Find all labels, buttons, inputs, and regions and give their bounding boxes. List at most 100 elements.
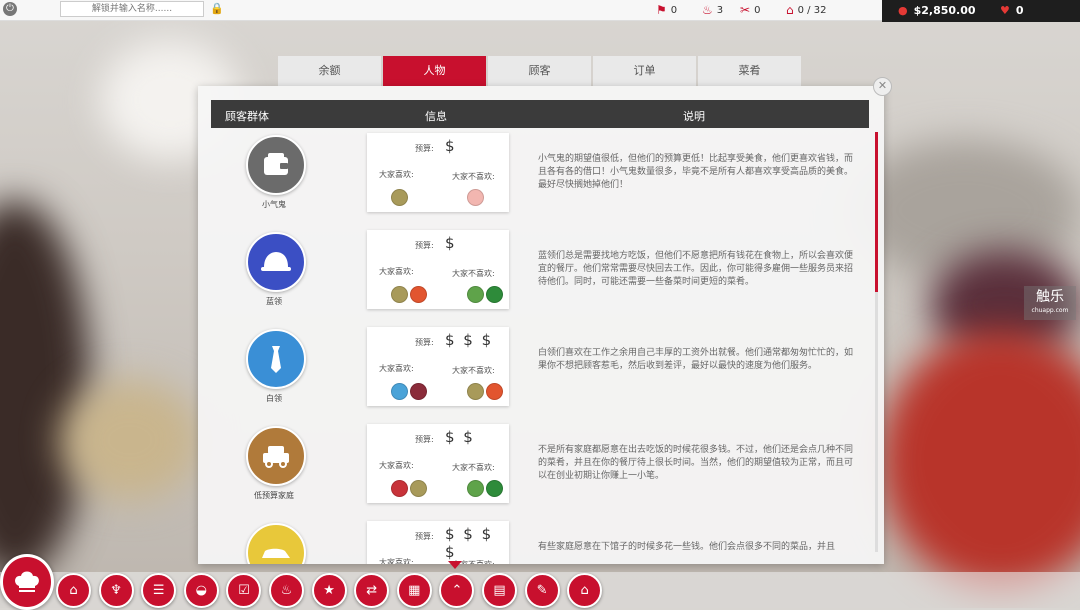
dish-button[interactable]: ♨ [269, 573, 304, 608]
food-icon [391, 480, 408, 497]
budget-label: 预算: [415, 338, 434, 347]
food-icon [486, 383, 503, 400]
toggle-icon: ⇄ [366, 583, 378, 598]
wallet-icon [264, 153, 288, 175]
food-icon [410, 480, 427, 497]
heart-icon: ♥ [1000, 4, 1010, 17]
tab-bar: 余额 人物 顾客 订单 菜肴 [278, 56, 801, 86]
scrollbar-thumb[interactable] [875, 132, 878, 292]
garage-button[interactable]: ⌂ [56, 573, 91, 608]
group-description: 小气鬼的期望值很低，但他们的预算更低！比起享受美食，他们更喜欢省钱，而且各有各的… [538, 154, 854, 190]
group-avatar[interactable] [246, 523, 306, 564]
dislikes-label: 大家不喜欢: [452, 172, 495, 181]
stat-chef: ♨ 3 [702, 3, 724, 17]
table-header: 顾客群体 信息 说明 [211, 100, 869, 128]
star-icon: ★ [323, 583, 335, 598]
chart-icon: ⌃ [451, 583, 463, 598]
active-indicator [448, 561, 462, 569]
dislikes-label: 大家不喜欢: [452, 366, 495, 375]
group-name: 小气鬼 [262, 200, 286, 209]
info-card: 预算: $ $ 大家喜欢: 大家不喜欢: [367, 424, 509, 503]
stat-utensils: ✂ 0 [740, 3, 761, 17]
budget-label: 预算: [415, 241, 434, 250]
tab-orders[interactable]: 订单 [593, 56, 696, 86]
tab-customers[interactable]: 顾客 [488, 56, 591, 86]
info-card: 预算: $ $ $ 大家喜欢: 大家不喜欢: [367, 327, 509, 406]
document-icon: ✎ [536, 583, 548, 598]
flag-icon: ⚑ [656, 3, 667, 17]
group-avatar[interactable] [246, 329, 306, 389]
liked-foods [391, 480, 427, 497]
likes-label: 大家喜欢: [379, 364, 414, 373]
liked-foods [391, 286, 427, 303]
food-icon [391, 189, 408, 206]
food-icon [467, 480, 484, 497]
col-desc: 说明 [683, 110, 705, 123]
close-button[interactable]: ✕ [873, 77, 892, 96]
chef-hat-icon [15, 571, 39, 592]
group-description: 有些家庭愿意在下馆子的时候多花一些钱。他们会点很多不同的菜品，并且 [538, 542, 836, 552]
stat-building: ⌂ 0 / 32 [786, 3, 827, 17]
col-info: 信息 [425, 110, 447, 123]
store-button[interactable]: ⌂ [567, 573, 603, 608]
table-row: 蓝领 预算: $ 大家喜欢: 大家不喜欢: 蓝领们总是需要找地方吃饭，但他们不愿… [198, 230, 868, 320]
group-name: 蓝领 [266, 297, 282, 306]
store-icon: ⌂ [580, 583, 589, 598]
necktie-icon [271, 346, 281, 373]
building-icon: ▦ [408, 583, 421, 598]
bowl-icon: ◒ [195, 583, 207, 598]
money-display: ● $2,850.00 ♥ 0 [882, 0, 1080, 22]
power-icon[interactable]: ⏻ [3, 2, 17, 16]
budget-value: $ [445, 137, 457, 155]
food-icon [467, 383, 484, 400]
info-card: 预算: $ 大家喜欢: 大家不喜欢: [367, 230, 509, 309]
menu-button[interactable]: ☰ [141, 573, 177, 608]
car-icon [263, 446, 289, 468]
food-icon [486, 286, 503, 303]
food-icon [410, 286, 427, 303]
building-icon: ⌂ [786, 3, 794, 17]
tooth-button[interactable]: ♆ [98, 573, 134, 608]
group-avatar[interactable] [246, 232, 306, 292]
food-icon [410, 383, 427, 400]
calendar-button[interactable]: ▤ [482, 573, 517, 608]
calendar-icon: ▤ [493, 583, 506, 598]
disliked-foods [467, 189, 484, 206]
disliked-foods [467, 383, 503, 400]
likes-label: 大家喜欢: [379, 461, 414, 470]
tab-people[interactable]: 人物 [383, 56, 486, 86]
group-avatar[interactable] [246, 426, 306, 486]
dislikes-label: 大家不喜欢: [452, 269, 495, 278]
group-name: 白领 [266, 394, 282, 403]
tab-balance[interactable]: 余额 [278, 56, 381, 86]
liked-foods [391, 189, 408, 206]
budget-value: $ [445, 234, 457, 252]
tab-dishes[interactable]: 菜肴 [698, 56, 801, 86]
garage-icon: ⌂ [69, 583, 78, 598]
food-icon [486, 480, 503, 497]
budget-label: 预算: [415, 144, 434, 153]
food-icon [391, 286, 408, 303]
customer-groups-panel: 顾客群体 信息 说明 小气鬼 预算: $ 大家喜欢: 大家不喜欢: 小气鬼的期望… [198, 86, 884, 564]
budget-label: 预算: [415, 532, 434, 541]
liked-foods [391, 383, 427, 400]
budget-value: $ $ $ $ [445, 525, 494, 561]
building-button[interactable]: ▦ [396, 573, 432, 608]
table-row: 白领 预算: $ $ $ 大家喜欢: 大家不喜欢: 白领们喜欢在工作之余用自己丰… [198, 327, 868, 417]
watermark: 触乐 chuapp.com [1024, 286, 1076, 320]
menu-icon: ☰ [152, 583, 165, 598]
hard-hat-icon [261, 252, 291, 271]
restaurant-name-input[interactable] [60, 1, 204, 17]
star-button[interactable]: ★ [311, 573, 347, 608]
group-description: 白领们喜欢在工作之余用自己丰厚的工资外出就餐。他们通常都匆匆忙忙的，如果你不想把… [538, 348, 854, 371]
lock-icon: 🔒 [210, 2, 224, 15]
food-icon [391, 383, 408, 400]
info-card: 预算: $ 大家喜欢: 大家不喜欢: [367, 133, 509, 212]
bowl-button[interactable]: ◒ [183, 573, 219, 608]
table-row: 低预算家庭 预算: $ $ 大家喜欢: 大家不喜欢: 不是所有家庭都愿意在出去吃… [198, 424, 868, 514]
toggle-button[interactable]: ⇄ [354, 573, 390, 608]
document-button[interactable]: ✎ [524, 573, 560, 608]
chef-hat-button[interactable] [0, 554, 54, 610]
sedan-icon [262, 548, 290, 558]
group-avatar[interactable] [246, 135, 306, 195]
